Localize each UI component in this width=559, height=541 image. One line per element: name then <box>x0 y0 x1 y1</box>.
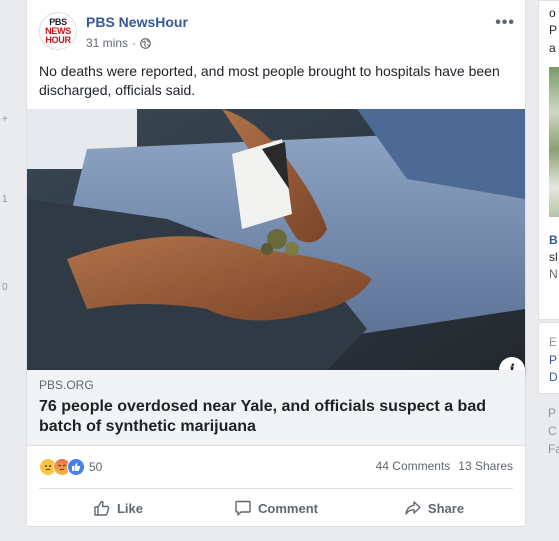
sidebar-text[interactable]: P <box>548 406 556 420</box>
gutter-text-1: + <box>2 114 8 125</box>
post-actions: Like Comment Share <box>39 491 513 525</box>
news-feed-post: PBS NEWS HOUR PBS NewsHour 31 mins · •••… <box>26 0 526 527</box>
shares-count-link[interactable]: 13 Shares <box>458 459 513 473</box>
sidebar-text[interactable]: D <box>549 370 558 384</box>
sidebar-text: P <box>549 23 558 37</box>
share-arrow-icon <box>405 501 421 515</box>
comment-label: Comment <box>258 500 318 516</box>
sidebar-card-2[interactable]: E P D <box>538 322 559 394</box>
article-photo[interactable] <box>27 109 525 370</box>
like-reaction-icon <box>67 458 85 476</box>
page-avatar[interactable]: PBS NEWS HOUR <box>39 12 77 50</box>
sidebar-text: N <box>549 267 558 281</box>
comment-icon <box>235 500 251 516</box>
sidebar-text: sl <box>549 250 558 264</box>
left-gutter: + 1 0 <box>0 0 26 541</box>
sidebar-text[interactable]: C <box>548 424 557 438</box>
like-label: Like <box>116 500 143 516</box>
sidebar-text: a <box>549 41 556 55</box>
reaction-count: 50 <box>89 460 103 474</box>
link-preview[interactable]: PBS.ORG 76 people overdosed near Yale, a… <box>27 370 525 446</box>
engagement-stats: 50 44 Comments 13 Shares <box>39 456 513 476</box>
sidebar-text[interactable]: P <box>549 353 557 367</box>
comment-button[interactable]: Comment <box>197 491 355 525</box>
sidebar-text[interactable]: B <box>549 233 558 247</box>
comments-count-link[interactable]: 44 Comments <box>376 459 451 473</box>
link-title[interactable]: 76 people overdosed near Yale, and offic… <box>39 397 509 437</box>
like-button[interactable]: Like <box>39 491 197 525</box>
reaction-summary[interactable]: 50 <box>39 458 102 476</box>
sidebar-thumbnail[interactable] <box>549 67 559 217</box>
link-domain: PBS.ORG <box>39 378 94 392</box>
post-meta: 31 mins · <box>86 36 151 50</box>
post-timestamp[interactable]: 31 mins <box>86 36 128 50</box>
thumbs-up-icon <box>94 500 110 516</box>
gutter-text-2: 1 <box>2 194 8 205</box>
sidebar-card-1[interactable]: o P a B sl N <box>538 0 559 320</box>
sidebar-footer: P C Fa <box>538 396 559 466</box>
right-sidebar: o P a B sl N E P D P C Fa <box>538 0 559 541</box>
share-label: Share <box>427 500 465 516</box>
sidebar-text[interactable]: Fa <box>548 442 559 456</box>
sidebar-text: o <box>549 6 556 20</box>
post-header: PBS NEWS HOUR PBS NewsHour 31 mins · ••• <box>39 12 515 52</box>
gutter-text-3: 0 <box>2 282 8 293</box>
share-button[interactable]: Share <box>355 491 513 525</box>
meta-separator: · <box>132 36 137 50</box>
globe-icon[interactable] <box>140 37 151 49</box>
logo-text-hour: HOUR <box>45 34 71 45</box>
comments-shares: 44 Comments 13 Shares <box>376 459 513 473</box>
actions-divider <box>39 488 513 489</box>
more-options-icon[interactable]: ••• <box>495 14 515 32</box>
page-name-link[interactable]: PBS NewsHour <box>86 14 188 30</box>
sidebar-text: E <box>549 335 558 349</box>
post-caption: No deaths were reported, and most people… <box>39 63 500 98</box>
